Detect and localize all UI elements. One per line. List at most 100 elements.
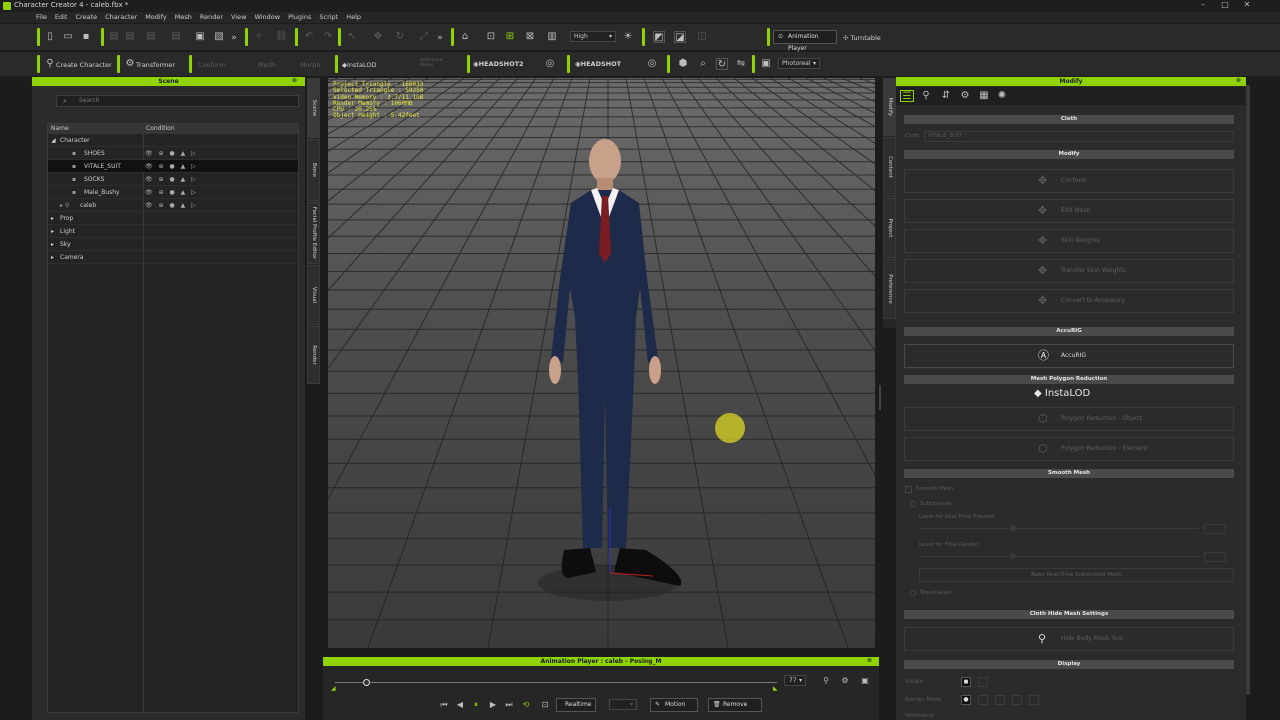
timeline-scrubber[interactable] bbox=[362, 679, 370, 686]
tree-row-prop[interactable]: ▸ Prop bbox=[48, 212, 298, 225]
turntable-button[interactable]: ✣ Turntable bbox=[843, 34, 881, 42]
convert-to-accessory-button[interactable]: ✥ Convert to Accessory bbox=[904, 289, 1234, 313]
create-character-button[interactable]: Create Character bbox=[56, 61, 112, 69]
slider-knob[interactable] bbox=[1010, 553, 1016, 559]
menu-script[interactable]: Script bbox=[315, 12, 342, 23]
render-level-slider[interactable] bbox=[919, 556, 1199, 557]
menu-create[interactable]: Create bbox=[71, 12, 101, 23]
menu-plugins[interactable]: Plugins bbox=[284, 12, 315, 23]
open-folder-icon[interactable]: ▭ bbox=[62, 31, 74, 43]
fit-view-icon[interactable]: ⊠ bbox=[524, 31, 536, 43]
menu-mesh[interactable]: Mesh bbox=[171, 12, 196, 23]
morph-button[interactable]: Morph bbox=[300, 61, 321, 69]
motion-tab-icon[interactable]: ⚲ bbox=[920, 90, 932, 102]
tessellation-radio[interactable] bbox=[910, 590, 916, 596]
more-chevron-icon[interactable]: » bbox=[228, 32, 240, 44]
close-icon[interactable]: ✕ bbox=[1236, 0, 1258, 12]
pause-icon[interactable]: ⏸ bbox=[470, 699, 482, 711]
tab-modify[interactable]: Modify bbox=[883, 78, 896, 136]
morph-tab-icon[interactable]: ⇵ bbox=[940, 90, 952, 102]
realtime-level-slider[interactable] bbox=[919, 528, 1199, 529]
import-icon[interactable]: ▤ bbox=[108, 31, 120, 43]
export-icon[interactable]: ▤ bbox=[124, 31, 136, 43]
more-chevron-icon[interactable]: » bbox=[434, 32, 446, 44]
link-icon[interactable]: ⛓ bbox=[275, 31, 288, 43]
loop-icon[interactable]: ⟲ bbox=[520, 699, 532, 711]
realtime-level-field[interactable] bbox=[1204, 524, 1226, 534]
material-tab-icon[interactable]: ▦ bbox=[978, 90, 990, 102]
subdivision-radio[interactable] bbox=[910, 501, 916, 507]
snap-icon[interactable]: ◫ bbox=[696, 31, 708, 43]
effect-tab-icon[interactable]: ✺ bbox=[996, 90, 1008, 102]
attribute-tab-icon[interactable]: ☰ bbox=[900, 90, 914, 102]
maximize-icon[interactable]: □ bbox=[1214, 0, 1236, 12]
menu-file[interactable]: File bbox=[32, 12, 51, 23]
speed-dropdown[interactable] bbox=[609, 699, 637, 710]
smooth-mesh-checkbox[interactable] bbox=[905, 486, 912, 493]
motion-button[interactable]: ✎ Motion bbox=[650, 698, 698, 712]
tab-project[interactable]: Project bbox=[883, 198, 896, 258]
conform-button[interactable]: ✥ Conform bbox=[904, 169, 1234, 193]
expand-arrow-icon[interactable]: ▸ bbox=[51, 238, 54, 251]
expand-arrow-icon[interactable]: ▸ bbox=[51, 225, 54, 238]
tree-row-shoes[interactable]: ▪ SHOES 👁 ⊕ ● ▲ ▷ bbox=[48, 147, 298, 160]
splitter-handle[interactable] bbox=[879, 385, 881, 410]
tree-row-vitale-suit[interactable]: ▪ VITALE_SUIT 👁 ⊕ ● ▲ ▷ bbox=[48, 160, 298, 173]
gizmo-toggle-icon[interactable]: ◪ bbox=[674, 31, 686, 43]
panel-close-icon[interactable]: ⊗ bbox=[867, 657, 872, 664]
transformer-button[interactable]: Transformer bbox=[136, 61, 175, 69]
slider-knob[interactable] bbox=[1010, 525, 1016, 531]
col-name-header[interactable]: Name bbox=[51, 124, 69, 134]
search-input[interactable]: ⌕ Search bbox=[56, 95, 299, 107]
condition-icons[interactable]: 👁 ⊕ ● ▲ ▷ bbox=[145, 173, 198, 186]
timeline-track[interactable] bbox=[335, 682, 777, 683]
menu-character[interactable]: Character bbox=[101, 12, 141, 23]
transfer-skin-weights-button[interactable]: ✥ Transfer Skin Weights bbox=[904, 259, 1234, 283]
quality-dropdown[interactable]: High bbox=[570, 31, 616, 42]
playback-settings-icon[interactable]: ⊡ bbox=[539, 699, 551, 711]
headshot2-settings-icon[interactable]: ◎ bbox=[544, 58, 556, 70]
tab-bone[interactable]: Bone bbox=[307, 139, 320, 201]
visible-toggle-icon[interactable]: ■ bbox=[961, 677, 971, 687]
rotate-icon[interactable]: ↻ bbox=[394, 31, 406, 43]
zoom-selected-icon[interactable]: ⊞ bbox=[504, 31, 516, 43]
render-mode-dropdown[interactable]: Photoreal bbox=[778, 58, 820, 69]
expand-arrow-icon[interactable]: ◢ bbox=[51, 134, 56, 147]
tree-row-camera[interactable]: ▸ Camera bbox=[48, 251, 298, 264]
motion-settings-icon[interactable]: ⚙ bbox=[839, 675, 851, 687]
remove-button[interactable]: 🗑 Remove bbox=[708, 698, 762, 712]
export-fbx-icon[interactable]: ▤ bbox=[145, 31, 157, 43]
redo-icon[interactable]: ↷ bbox=[322, 31, 334, 43]
go-start-icon[interactable]: ⏮ bbox=[438, 699, 450, 711]
menu-render[interactable]: Render bbox=[196, 12, 227, 23]
render-level-field[interactable] bbox=[1204, 552, 1226, 562]
tree-row-socks[interactable]: ▪ SOCKS 👁 ⊕ ● ▲ ▷ bbox=[48, 173, 298, 186]
tree-row-character[interactable]: ◢ Character bbox=[48, 134, 298, 147]
select-icon[interactable]: ↖ bbox=[346, 31, 358, 43]
layout-icon[interactable]: ▥ bbox=[546, 31, 558, 43]
expand-arrow-icon[interactable]: ▸ bbox=[51, 251, 54, 264]
wire-mode-icon[interactable] bbox=[1012, 695, 1022, 705]
polygon-reduction-object-button[interactable]: ⬡ Polygon Reduction - Object bbox=[904, 407, 1234, 431]
search-tool-icon[interactable]: ⌕ bbox=[697, 58, 709, 70]
panel-close-icon[interactable]: ⊗ bbox=[292, 77, 297, 84]
save-icon[interactable]: ▪ bbox=[80, 31, 92, 43]
scale-icon[interactable]: ⤢ bbox=[418, 31, 430, 43]
move-icon[interactable]: ✥ bbox=[372, 31, 384, 43]
smooth-mode-icon[interactable] bbox=[978, 695, 988, 705]
mesh-button[interactable]: Mesh bbox=[258, 61, 275, 69]
frame-field[interactable]: 77 bbox=[784, 675, 806, 686]
tab-visual[interactable]: Visual bbox=[307, 265, 320, 325]
instalod-button[interactable]: ◆InstaLOD bbox=[342, 61, 376, 69]
shaded-mode-icon[interactable]: ● bbox=[961, 695, 971, 705]
export-obj-icon[interactable]: ▤ bbox=[170, 31, 182, 43]
polygon-reduction-element-button[interactable]: ⬡ Polygon Reduction - Element bbox=[904, 437, 1234, 461]
condition-icons[interactable]: 👁 ⊕ ● ▲ ▷ bbox=[145, 147, 198, 160]
headshot2-button[interactable]: ◉HEADSHOT2 bbox=[473, 60, 524, 68]
refresh-icon[interactable]: ↻ bbox=[716, 58, 728, 70]
material-icon[interactable]: ⬢ bbox=[677, 58, 689, 70]
step-back-icon[interactable]: ◀ bbox=[454, 699, 466, 711]
box-mode-icon[interactable] bbox=[1029, 695, 1039, 705]
print-icon[interactable]: ▣ bbox=[194, 31, 206, 43]
render-settings-icon[interactable]: ▣ bbox=[760, 58, 772, 70]
